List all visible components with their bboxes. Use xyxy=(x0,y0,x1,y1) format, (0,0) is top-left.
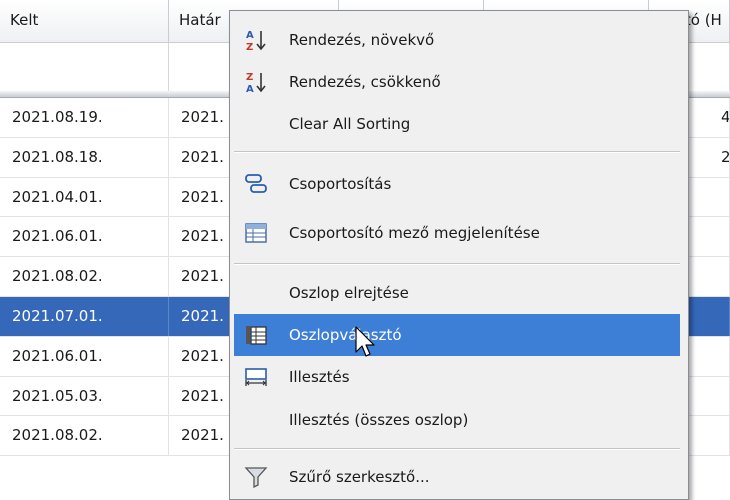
best-fit-icon xyxy=(245,368,267,386)
column-header-kelt[interactable]: Kelt xyxy=(0,0,169,42)
menu-label: Rendezés, növekvő xyxy=(289,31,435,49)
menu-separator xyxy=(234,151,680,153)
svg-text:A: A xyxy=(246,30,254,41)
menu-item-best-fit[interactable]: Illesztés xyxy=(234,356,680,398)
menu-label: Csoportosítás xyxy=(289,175,392,193)
cell-value: 4 xyxy=(721,108,730,126)
sort-ascending-icon: A Z xyxy=(246,30,266,52)
column-context-menu: A Z Rendezés, növekvő Z A Rendezés, csök… xyxy=(229,10,689,500)
menu-label: Rendezés, csökkenő xyxy=(289,73,441,91)
table-cell[interactable]: 2021.04.01. xyxy=(0,177,169,217)
table-cell[interactable]: 2021.08.18. xyxy=(0,137,169,177)
column-chooser-icon xyxy=(246,326,267,345)
svg-text:Z: Z xyxy=(246,42,253,52)
menu-label: Clear All Sorting xyxy=(289,115,411,133)
filter-cell[interactable] xyxy=(0,43,169,91)
menu-item-sort-ascending[interactable]: A Z Rendezés, növekvő xyxy=(234,19,680,61)
table-cell[interactable]: 2021.06.01. xyxy=(0,217,169,257)
menu-label: Illesztés xyxy=(289,368,350,386)
table-cell[interactable]: 2021.08.19. xyxy=(0,98,169,137)
table-cell[interactable]: 2021.07.01. xyxy=(0,296,169,336)
menu-separator xyxy=(234,448,680,450)
menu-item-sort-descending[interactable]: Z A Rendezés, csökkenő xyxy=(234,61,680,103)
svg-text:A: A xyxy=(246,84,254,94)
funnel-icon xyxy=(244,467,268,489)
menu-label: Oszlopválasztó xyxy=(289,326,402,344)
menu-label: Illesztés (összes oszlop) xyxy=(289,411,469,429)
table-cell[interactable]: 2021.08.02. xyxy=(0,416,169,456)
group-by-icon xyxy=(245,174,267,193)
group-panel-icon xyxy=(245,223,267,243)
menu-item-hide-column[interactable]: Oszlop elrejtése xyxy=(234,272,680,314)
menu-item-group[interactable]: Csoportosítás xyxy=(234,163,680,205)
menu-item-best-fit-all[interactable]: Illesztés (összes oszlop) xyxy=(234,399,680,441)
menu-label: Oszlop elrejtése xyxy=(289,284,409,302)
menu-label: Csoportosító mező megjelenítése xyxy=(289,224,540,242)
mouse-cursor-icon xyxy=(355,326,375,357)
table-cell[interactable]: 2021.06.01. xyxy=(0,336,169,376)
table-cell[interactable]: 2021.05.03. xyxy=(0,376,169,416)
table-cell[interactable]: 2021.08.02. xyxy=(0,257,169,296)
menu-item-column-chooser[interactable]: Oszlopválasztó xyxy=(234,314,680,356)
cell-value: 2 xyxy=(721,147,730,166)
menu-item-clear-sorting[interactable]: Clear All Sorting xyxy=(234,103,680,145)
menu-item-show-group-panel[interactable]: Csoportosító mező megjelenítése xyxy=(234,212,680,254)
svg-text:Z: Z xyxy=(246,72,253,83)
menu-separator xyxy=(234,263,680,265)
sort-descending-icon: Z A xyxy=(246,72,266,94)
